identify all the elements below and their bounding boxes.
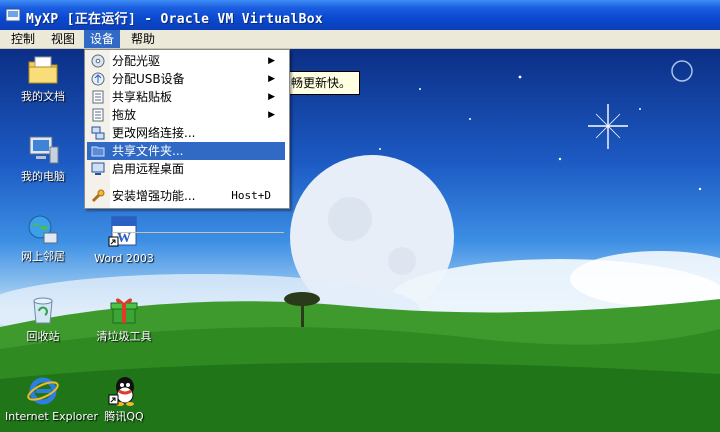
menu-separator [112, 232, 284, 233]
submenu-arrow-icon: ▶ [268, 92, 275, 102]
icon-label: Word 2003 [94, 252, 154, 265]
menu-item-label: 安装增强功能... [112, 189, 196, 203]
clipboard-icon [92, 90, 104, 104]
desktop-icon-cleaner[interactable]: 清垃圾工具 [86, 293, 162, 343]
icon-label: 清垃圾工具 [96, 330, 152, 343]
menu-item-label: 分配光驱 [112, 54, 161, 68]
menu-item-label: 启用远程桌面 [112, 162, 185, 176]
icon-label: 网上邻居 [21, 250, 65, 263]
submenu-arrow-icon: ▶ [268, 110, 275, 120]
menu-devices[interactable]: 设备 [84, 30, 121, 48]
my-documents-icon [28, 56, 58, 84]
menu-view[interactable]: 视图 [45, 30, 81, 48]
drag-drop-icon [92, 108, 104, 122]
qq-icon [108, 377, 134, 406]
menu-item-shortcut: Host+D [231, 189, 271, 202]
window-title: MyXP [正在运行] - Oracle VM VirtualBox [26, 12, 323, 27]
icon-label: 我的文档 [21, 90, 65, 103]
virtualbox-app-icon [5, 8, 21, 22]
menu-bar: 控制 视图 设备 帮助 [0, 30, 720, 49]
title-bar[interactable]: MyXP [正在运行] - Oracle VM VirtualBox [0, 0, 720, 31]
devices-dropdown-menu: 分配光驱 ▶ 分配USB设备 ▶ 共享粘贴板 ▶ 拖放 ▶ 更改网络连接... … [84, 49, 290, 233]
icon-label: 我的电脑 [21, 170, 65, 183]
tray-balloon-tooltip: 畅更新快。 [286, 71, 361, 95]
remote-desktop-icon [91, 162, 105, 175]
desktop-icon-word[interactable]: W Word 2003 [86, 215, 162, 265]
submenu-arrow-icon: ▶ [268, 56, 275, 66]
desktop-icon-qq[interactable]: 腾讯QQ [86, 373, 162, 423]
icon-label: 回收站 [26, 330, 60, 343]
recycle-bin-icon [33, 297, 53, 324]
sparkle-star [588, 104, 628, 149]
menu-item-label: 更改网络连接... [112, 126, 196, 140]
desktop-icon-ie[interactable]: Internet Explorer [5, 373, 98, 423]
menu-item-label: 共享文件夹... [112, 144, 184, 158]
icon-label: Internet Explorer [5, 410, 98, 423]
desktop-icon-recycle-bin[interactable]: 回收站 [5, 293, 81, 343]
cleaner-gift-icon [110, 298, 138, 324]
desktop-icon-my-documents[interactable]: 我的文档 [5, 53, 81, 103]
cd-icon [91, 54, 105, 68]
usb-icon [91, 72, 105, 86]
submenu-arrow-icon: ▶ [268, 74, 275, 84]
network-icon [91, 126, 105, 140]
guest-additions-icon [91, 189, 105, 203]
desktop-icon-my-computer[interactable]: 我的电脑 [5, 133, 81, 183]
menu-item-optical-drives[interactable]: 分配光驱 ▶ [87, 52, 285, 70]
ie-icon [27, 377, 59, 405]
menu-item-install-guest-additions[interactable]: 安装增强功能... Host+D [87, 187, 285, 205]
svg-text:W: W [117, 231, 131, 246]
icon-label: 腾讯QQ [104, 410, 144, 423]
desktop-icon-network-places[interactable]: 网上邻居 [5, 213, 81, 263]
menu-item-label: 分配USB设备 [112, 72, 185, 86]
my-computer-icon [29, 136, 59, 164]
menu-help[interactable]: 帮助 [125, 30, 161, 48]
menu-item-shared-clipboard[interactable]: 共享粘贴板 ▶ [87, 88, 285, 106]
menu-item-label: 共享粘贴板 [112, 90, 173, 104]
menu-item-network-settings[interactable]: 更改网络连接... [87, 124, 285, 142]
menu-control[interactable]: 控制 [5, 30, 41, 48]
menu-item-shared-folders[interactable]: 共享文件夹... [87, 142, 285, 160]
menu-item-drag-drop[interactable]: 拖放 ▶ [87, 106, 285, 124]
menu-item-label: 拖放 [112, 108, 137, 122]
menu-item-usb-devices[interactable]: 分配USB设备 ▶ [87, 70, 285, 88]
menu-item-remote-desktop[interactable]: 启用远程桌面 [87, 160, 285, 178]
network-places-icon [28, 215, 58, 244]
shared-folder-icon [91, 146, 105, 157]
